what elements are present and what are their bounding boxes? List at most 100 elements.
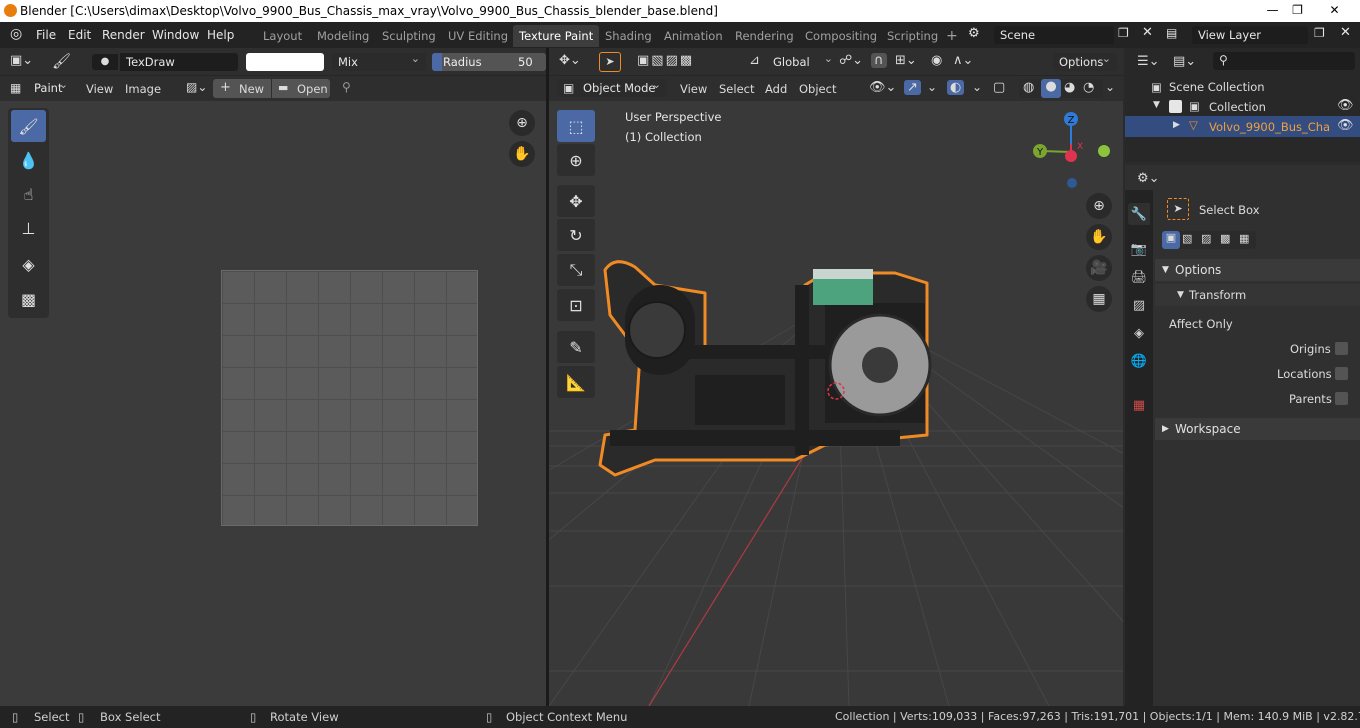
- smear-tool-icon[interactable]: ☝: [11, 178, 46, 210]
- properties-editor-type-icon[interactable]: ⚙⌄: [1137, 171, 1160, 186]
- display-mode-icon[interactable]: ▤⌄: [1173, 54, 1196, 69]
- mode-difference-icon[interactable]: ▩: [1220, 232, 1230, 245]
- transform-orientation-icon[interactable]: ⊿: [749, 53, 760, 68]
- menu-edit[interactable]: Edit: [68, 28, 91, 42]
- cursor-tool-icon[interactable]: ⊕: [557, 144, 595, 176]
- rotate-tool-icon[interactable]: ↻: [557, 219, 595, 251]
- collection-label[interactable]: Collection: [1209, 100, 1266, 114]
- remove-view-layer-icon[interactable]: ✕: [1340, 25, 1351, 40]
- radius-slider[interactable]: Radius 50 px: [432, 53, 546, 71]
- collection-visibility-icon[interactable]: 👁: [1337, 98, 1354, 113]
- outliner-search-input[interactable]: [1213, 52, 1355, 70]
- mode-intersect-icon[interactable]: ▦: [1239, 232, 1249, 245]
- view-layer-tab-icon[interactable]: ▨: [1128, 294, 1150, 316]
- solid-shading-icon[interactable]: ●: [1041, 79, 1061, 98]
- render-tab-icon[interactable]: 📷: [1128, 238, 1150, 260]
- tab-modeling[interactable]: Modeling: [311, 25, 375, 47]
- overlay-toggle-icon[interactable]: ◐: [947, 80, 965, 95]
- measure-tool-icon[interactable]: 📐: [557, 366, 595, 398]
- editor-type-icon[interactable]: ▣⌄: [10, 53, 33, 68]
- snap-icon[interactable]: ∩: [871, 53, 887, 68]
- scale-tool-icon[interactable]: ⤡: [557, 254, 595, 286]
- new-view-layer-icon[interactable]: ❐: [1314, 26, 1325, 40]
- image-browse-icon[interactable]: ▨⌄: [186, 80, 207, 94]
- tab-sculpting[interactable]: Sculpting: [376, 25, 442, 47]
- locations-checkbox[interactable]: [1335, 367, 1348, 380]
- close-button[interactable]: ✕: [1322, 0, 1347, 20]
- collection-checkbox[interactable]: [1169, 100, 1182, 113]
- pivot-point-icon[interactable]: ☍⌄: [839, 53, 863, 68]
- viewport-editor-type-icon[interactable]: ✥⌄: [559, 53, 581, 68]
- shading-dropdown-icon[interactable]: ⌄: [1105, 80, 1115, 94]
- zoom-view-icon[interactable]: ⊕: [1086, 193, 1112, 219]
- tool-tab-icon[interactable]: 🔧: [1128, 203, 1150, 225]
- parents-checkbox[interactable]: [1335, 392, 1348, 405]
- new-scene-icon[interactable]: ❐: [1118, 26, 1129, 40]
- tab-texture-paint[interactable]: Texture Paint: [513, 25, 600, 47]
- paint-mode-dropdown[interactable]: Paint: [28, 76, 74, 97]
- orientation-dropdown[interactable]: Global: [767, 50, 839, 71]
- options-panel-header[interactable]: ▼ Options: [1155, 259, 1360, 281]
- tab-uv-editing[interactable]: UV Editing: [442, 25, 514, 47]
- snap-target-icon[interactable]: ⊞⌄: [895, 53, 917, 68]
- mode-subtract-icon[interactable]: ▨: [1201, 232, 1211, 245]
- menu-help[interactable]: Help: [207, 28, 234, 42]
- proportional-edit-icon[interactable]: ◉: [931, 53, 942, 68]
- menu-select[interactable]: Select: [719, 82, 754, 96]
- draw-tool-icon[interactable]: 🖌: [11, 110, 46, 142]
- gizmo-toggle-icon[interactable]: ↗: [904, 80, 921, 95]
- menu-add[interactable]: Add: [765, 82, 787, 96]
- fill-tool-icon[interactable]: ◈: [11, 248, 46, 280]
- mask-tool-icon[interactable]: ▩: [11, 283, 46, 315]
- tab-layout[interactable]: Layout: [257, 25, 308, 47]
- menu-object[interactable]: Object: [799, 82, 836, 96]
- workspace-panel-header[interactable]: ▶ Workspace: [1155, 418, 1360, 440]
- mode-extend-icon[interactable]: ▧: [1182, 232, 1192, 245]
- scene-icon[interactable]: ⚙: [968, 26, 980, 41]
- wireframe-shading-icon[interactable]: ◍: [1023, 80, 1034, 95]
- rendered-shading-icon[interactable]: ◔: [1083, 80, 1094, 95]
- pan-image-icon[interactable]: ✋: [509, 141, 535, 167]
- texture-tab-icon[interactable]: ▦: [1128, 394, 1150, 416]
- scene-collection-label[interactable]: Scene Collection: [1169, 80, 1265, 94]
- camera-view-icon[interactable]: 🎥: [1086, 255, 1112, 281]
- menu-render[interactable]: Render: [102, 28, 145, 42]
- tab-animation[interactable]: Animation: [658, 25, 729, 47]
- brush-color-swatch[interactable]: [246, 53, 324, 71]
- pin-icon[interactable]: ⚲: [342, 80, 351, 94]
- output-tab-icon[interactable]: 🖨: [1128, 266, 1150, 288]
- open-image-button[interactable]: ▬ Open: [272, 79, 330, 98]
- transform-subpanel-header[interactable]: ▼ Transform: [1155, 284, 1360, 306]
- menu-view-image[interactable]: View: [86, 82, 113, 96]
- menu-window[interactable]: Window: [152, 28, 199, 42]
- scene-field[interactable]: Scene: [994, 26, 1114, 44]
- gizmo-dropdown-icon[interactable]: ⌄: [927, 80, 937, 94]
- viewport-options-dropdown[interactable]: Options: [1053, 50, 1117, 71]
- brush-icon[interactable]: 🖌: [52, 52, 71, 70]
- brush-preview-icon[interactable]: ●: [92, 54, 118, 70]
- menu-image[interactable]: Image: [125, 82, 161, 96]
- visibility-icon[interactable]: 👁⌄: [869, 80, 896, 95]
- blender-menu-icon[interactable]: ◎: [10, 26, 22, 42]
- tab-compositing[interactable]: Compositing: [799, 25, 883, 47]
- navigation-gizmo[interactable]: Z Y X: [1030, 108, 1116, 194]
- origins-checkbox[interactable]: [1335, 342, 1348, 355]
- collection-expand-icon[interactable]: ▼: [1153, 100, 1160, 110]
- world-tab-icon[interactable]: 🌐: [1128, 350, 1150, 372]
- tab-scripting[interactable]: Scripting: [881, 25, 944, 47]
- soften-tool-icon[interactable]: 💧: [11, 144, 46, 176]
- bus-chassis-model[interactable]: [595, 255, 935, 480]
- outliner-editor-type-icon[interactable]: ☰⌄: [1137, 54, 1160, 69]
- blend-mode-dropdown[interactable]: Mix: [332, 50, 426, 71]
- tab-shading[interactable]: Shading: [599, 25, 658, 47]
- mode-set-icon[interactable]: ▣: [1162, 231, 1180, 249]
- object-label[interactable]: Volvo_9900_Bus_Chassi: [1209, 120, 1329, 134]
- select-box-icon[interactable]: ⬚: [557, 110, 595, 142]
- xray-icon[interactable]: ▢: [993, 80, 1005, 95]
- falloff-icon[interactable]: ∧⌄: [953, 53, 973, 68]
- transform-tool-icon[interactable]: ⊡: [557, 289, 595, 321]
- clone-tool-icon[interactable]: ⊥: [11, 212, 46, 244]
- overlay-dropdown-icon[interactable]: ⌄: [972, 80, 982, 94]
- minimize-button[interactable]: —: [1260, 0, 1285, 20]
- menu-view-3d[interactable]: View: [680, 82, 707, 96]
